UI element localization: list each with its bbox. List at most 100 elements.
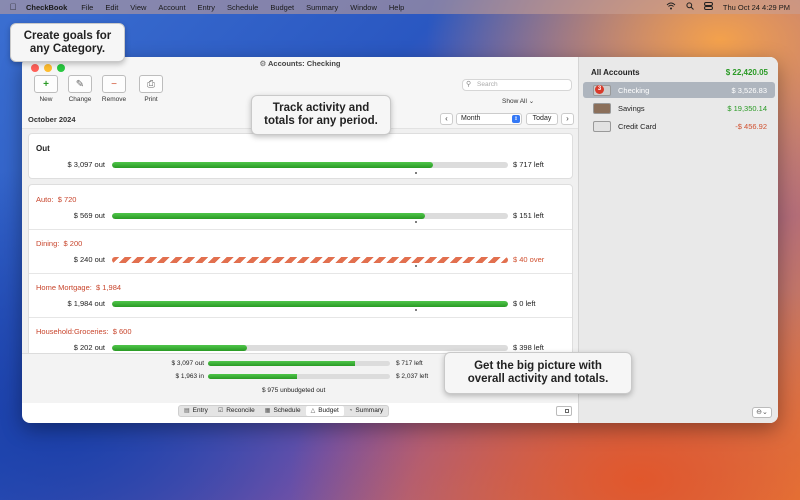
summary-out-amount: $ 3,097 out: [171, 360, 204, 367]
category-row[interactable]: Dining: $ 200 $ 240 out $ 40 over: [29, 229, 572, 273]
action-menu-button[interactable]: ⊖⌄: [752, 407, 772, 418]
out-amount: $ 3,097 out: [67, 160, 105, 169]
tab-schedule[interactable]: ▦ Schedule: [260, 406, 306, 416]
category-goal: $ 720: [57, 195, 77, 204]
category-row[interactable]: Household:Groceries: $ 600 $ 202 out $ 3…: [29, 317, 572, 353]
remove-button[interactable]: − Remove: [96, 75, 132, 103]
budget-icon: △: [310, 408, 316, 414]
piggy-bank-icon: [593, 103, 611, 114]
wifi-icon[interactable]: [666, 2, 676, 12]
menu-help[interactable]: Help: [383, 3, 410, 12]
account-balance: $ 19,350.14: [727, 104, 767, 113]
tab-summary[interactable]: ◔ Summary: [344, 406, 388, 416]
search-field[interactable]: ⚲ Search: [462, 79, 572, 91]
budget-list: Out $ 3,097 out $ 717 left Auto: $ 720 $…: [22, 129, 578, 353]
category-amount: $ 569 out: [73, 211, 105, 220]
chevron-updown-icon: ⇕: [512, 115, 520, 123]
out-left: $ 717 left: [513, 160, 544, 169]
category-goal: $ 600: [112, 327, 132, 336]
period-marker: [415, 221, 417, 223]
callout-goals: Create goals for any Category.: [10, 23, 125, 62]
menu-budget[interactable]: Budget: [264, 3, 300, 12]
category-goal: $ 200: [63, 239, 83, 248]
app-menu[interactable]: CheckBook: [26, 3, 75, 12]
callout-picture: Get the big picture with overall activit…: [444, 352, 632, 394]
category-title: Home Mortgage: $ 1,984: [36, 283, 121, 292]
sidebar-toggle-button[interactable]: [556, 406, 572, 416]
menu-view[interactable]: View: [124, 3, 152, 12]
menu-entry[interactable]: Entry: [192, 3, 222, 12]
gear-icon: ⊖⌄: [756, 409, 768, 416]
next-period-button[interactable]: ›: [561, 113, 574, 125]
account-row-credit-card[interactable]: Credit Card -$ 456.92: [583, 118, 775, 134]
summary-in-fill: [208, 374, 298, 379]
spotlight-icon[interactable]: [686, 2, 694, 12]
period-select[interactable]: Month ⇕: [456, 113, 522, 125]
callout-picture-line2: overall activity and totals.: [467, 373, 609, 385]
menu-schedule[interactable]: Schedule: [221, 3, 264, 12]
print-button[interactable]: ⎙ Print: [133, 75, 169, 103]
category-progress-fill: [112, 301, 508, 307]
chevron-down-icon: ⌄: [528, 98, 535, 105]
credit-card-icon: [593, 121, 611, 132]
account-balance: -$ 456.92: [735, 122, 767, 131]
callout-goals-line1: Create goals for: [23, 29, 112, 42]
category-amount: $ 1,984 out: [67, 299, 105, 308]
period-marker: [415, 172, 417, 174]
category-progress-bar: [112, 345, 508, 351]
callout-picture-line1: Get the big picture with: [474, 360, 602, 372]
summary-in-amount: $ 1,963 in: [175, 373, 204, 380]
category-progress-bar: [112, 213, 508, 219]
menu-window[interactable]: Window: [344, 3, 383, 12]
menu-edit[interactable]: Edit: [99, 3, 124, 12]
chevron-left-icon: ‹: [445, 114, 448, 123]
show-all-popup[interactable]: Show All ⌄: [502, 97, 534, 105]
account-name: Savings: [618, 104, 645, 113]
category-name: Household:Groceries:: [36, 327, 109, 336]
control-center-icon[interactable]: [703, 2, 713, 12]
new-button[interactable]: + New: [28, 75, 64, 103]
menu-file[interactable]: File: [75, 3, 99, 12]
remove-label: Remove: [101, 96, 127, 103]
menubar-clock[interactable]: Thu Oct 24 4:29 PM: [723, 3, 790, 12]
account-row-savings[interactable]: Savings $ 19,350.14: [583, 100, 775, 116]
printer-icon: ⎙: [139, 75, 163, 93]
remove-entry-icon: −: [102, 75, 126, 93]
new-label: New: [39, 96, 53, 103]
menu-bar:  CheckBook File Edit View Account Entry…: [0, 0, 800, 14]
chevron-right-icon: ›: [566, 114, 569, 123]
account-icon: ⚙: [259, 59, 268, 68]
period-date: October 2024: [28, 115, 76, 124]
today-button[interactable]: Today: [526, 113, 558, 125]
category-amount: $ 240 out: [73, 255, 105, 264]
summary-out-fill: [208, 361, 356, 366]
summary-out-left: $ 717 left: [396, 360, 423, 367]
tab-entry[interactable]: ▤ Entry: [179, 406, 213, 416]
sidebar-icon: [565, 409, 569, 413]
change-button[interactable]: ✎ Change: [62, 75, 98, 103]
category-row[interactable]: Auto: $ 720 $ 569 out $ 151 left: [29, 185, 572, 229]
category-title: Dining: $ 200: [36, 239, 82, 248]
category-over: $ 40 over: [513, 255, 545, 264]
entry-icon: ▤: [184, 408, 190, 414]
account-row-checking[interactable]: 3 Checking $ 3,526.83: [583, 82, 775, 98]
notification-badge: 3: [595, 85, 604, 94]
previous-period-button[interactable]: ‹: [440, 113, 453, 125]
category-row[interactable]: Home Mortgage: $ 1,984 $ 1,984 out $ 0 l…: [29, 273, 572, 317]
tab-reconcile-label: Reconcile: [226, 407, 255, 414]
period-marker: [415, 309, 417, 311]
pie-chart-icon: ◔: [348, 408, 353, 414]
account-name: Credit Card: [618, 122, 657, 131]
menu-account[interactable]: Account: [152, 3, 191, 12]
checkbox-icon: ☑: [217, 408, 224, 414]
tab-budget[interactable]: △ Budget: [305, 406, 344, 416]
show-all-label: Show All: [502, 98, 527, 105]
all-accounts-header[interactable]: All Accounts: [591, 68, 640, 77]
tab-reconcile[interactable]: ☑ Reconcile: [213, 406, 260, 416]
period-select-value: Month: [461, 115, 481, 122]
callout-track: Track activity and totals for any period…: [251, 95, 391, 135]
menu-summary[interactable]: Summary: [300, 3, 344, 12]
print-label: Print: [144, 96, 158, 103]
summary-out-bar: [208, 361, 390, 366]
apple-menu-icon[interactable]: : [0, 2, 26, 12]
